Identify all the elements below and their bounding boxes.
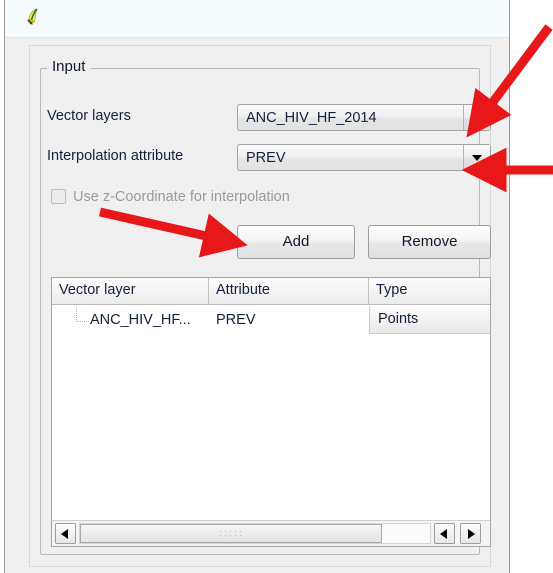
use-z-coordinate-label: Use z-Coordinate for interpolation (73, 189, 290, 205)
interpolation-attribute-combobox[interactable]: PREV (237, 144, 491, 171)
qgis-leaf-icon (27, 8, 38, 25)
chevron-down-icon[interactable] (463, 105, 490, 130)
screen-root: Input Vector layers ANC_HIV_HF_2014 Inte… (0, 0, 553, 573)
column-header-attribute[interactable]: Attribute (209, 278, 369, 304)
column-header-vector-layer[interactable]: Vector layer (52, 278, 209, 304)
tree-branch-icon (76, 307, 89, 322)
scroll-left-button[interactable] (55, 523, 76, 544)
add-button[interactable]: Add (237, 225, 355, 259)
interpolation-attribute-label: Interpolation attribute (47, 148, 184, 164)
use-z-coordinate-checkbox (51, 189, 66, 204)
input-groupbox-title: Input (47, 58, 91, 76)
vector-layers-combobox-value: ANC_HIV_HF_2014 (246, 110, 377, 126)
vector-layers-combobox[interactable]: ANC_HIV_HF_2014 (237, 104, 491, 131)
cell-type-combobox[interactable]: Points (369, 306, 490, 334)
vector-layers-label: Vector layers (47, 108, 131, 124)
scrollbar-grip-icon (218, 529, 244, 538)
scrollbar-track[interactable] (79, 523, 431, 544)
table-row[interactable]: ANC_HIV_HF... PREV Points (52, 305, 490, 335)
scroll-left-button-secondary[interactable] (434, 523, 455, 544)
interpolation-dialog: Input Vector layers ANC_HIV_HF_2014 Inte… (4, 0, 510, 573)
scroll-right-button[interactable] (460, 523, 481, 544)
column-header-type[interactable]: Type (369, 278, 490, 304)
interpolation-attribute-combobox-value: PREV (246, 150, 286, 166)
remove-button[interactable]: Remove (368, 225, 491, 259)
cell-attribute: PREV (216, 312, 256, 328)
dialog-titlebar (5, 0, 509, 38)
layers-table[interactable]: Vector layer Attribute Type ANC_HIV_HF..… (51, 277, 491, 547)
layers-table-header: Vector layer Attribute Type (52, 278, 490, 305)
cell-vector-layer: ANC_HIV_HF... (90, 312, 191, 328)
layers-table-body: ANC_HIV_HF... PREV Points (52, 305, 490, 520)
table-horizontal-scrollbar[interactable] (52, 520, 490, 546)
chevron-down-icon[interactable] (463, 145, 490, 170)
scrollbar-thumb[interactable] (80, 524, 382, 543)
